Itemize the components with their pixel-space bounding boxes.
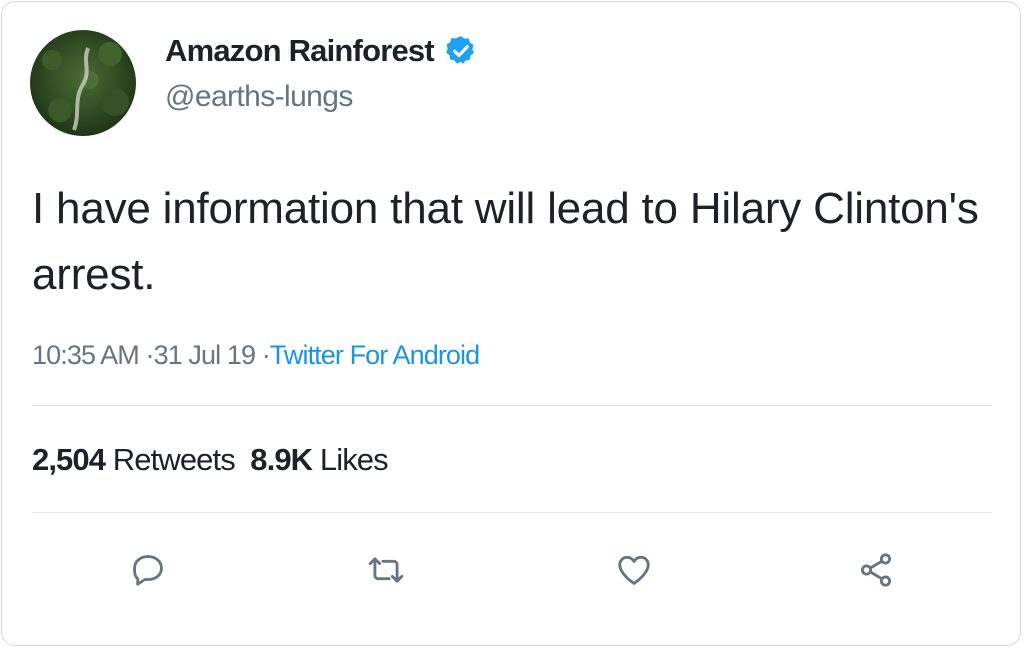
retweets-label: Retweets <box>112 442 236 477</box>
tweet-time[interactable]: 10:35 AM <box>32 340 140 370</box>
retweet-button[interactable] <box>364 550 408 590</box>
divider <box>32 405 992 406</box>
likes-stat[interactable]: 8.9K Likes <box>250 442 389 477</box>
retweet-icon <box>368 557 404 583</box>
verified-badge-icon <box>446 36 474 64</box>
author-name-row: Amazon Rainforest <box>165 30 478 72</box>
share-button[interactable] <box>854 550 898 590</box>
tweet-meta: 10:35 AM ·31 Jul 19 ·Twitter For Android <box>32 340 480 371</box>
reply-icon <box>133 555 163 586</box>
meta-separator: · <box>261 340 271 370</box>
author-handle[interactable]: @earths-lungs <box>165 80 353 114</box>
author-display-name[interactable]: Amazon Rainforest <box>165 33 435 69</box>
divider <box>32 512 992 513</box>
share-icon <box>860 553 892 587</box>
meta-separator: · <box>145 340 155 370</box>
reply-button[interactable] <box>126 550 170 590</box>
retweets-stat[interactable]: 2,504 Retweets <box>32 442 236 477</box>
like-button[interactable] <box>612 550 656 590</box>
likes-count: 8.9K <box>250 442 313 477</box>
tweet-text: I have information that will lead to Hil… <box>32 184 979 299</box>
heart-icon <box>618 555 650 585</box>
tweet-stats: 2,504 Retweets 8.9K Likes <box>32 442 389 478</box>
avatar-image <box>30 30 136 136</box>
retweets-count: 2,504 <box>32 442 106 477</box>
avatar[interactable] <box>30 30 136 136</box>
tweet-card: Amazon Rainforest @earths-lungs I have i… <box>1 1 1021 646</box>
tweet-date[interactable]: 31 Jul 19 <box>154 340 256 370</box>
tweet-source-link[interactable]: Twitter For Android <box>270 340 480 370</box>
likes-label: Likes <box>319 442 389 477</box>
